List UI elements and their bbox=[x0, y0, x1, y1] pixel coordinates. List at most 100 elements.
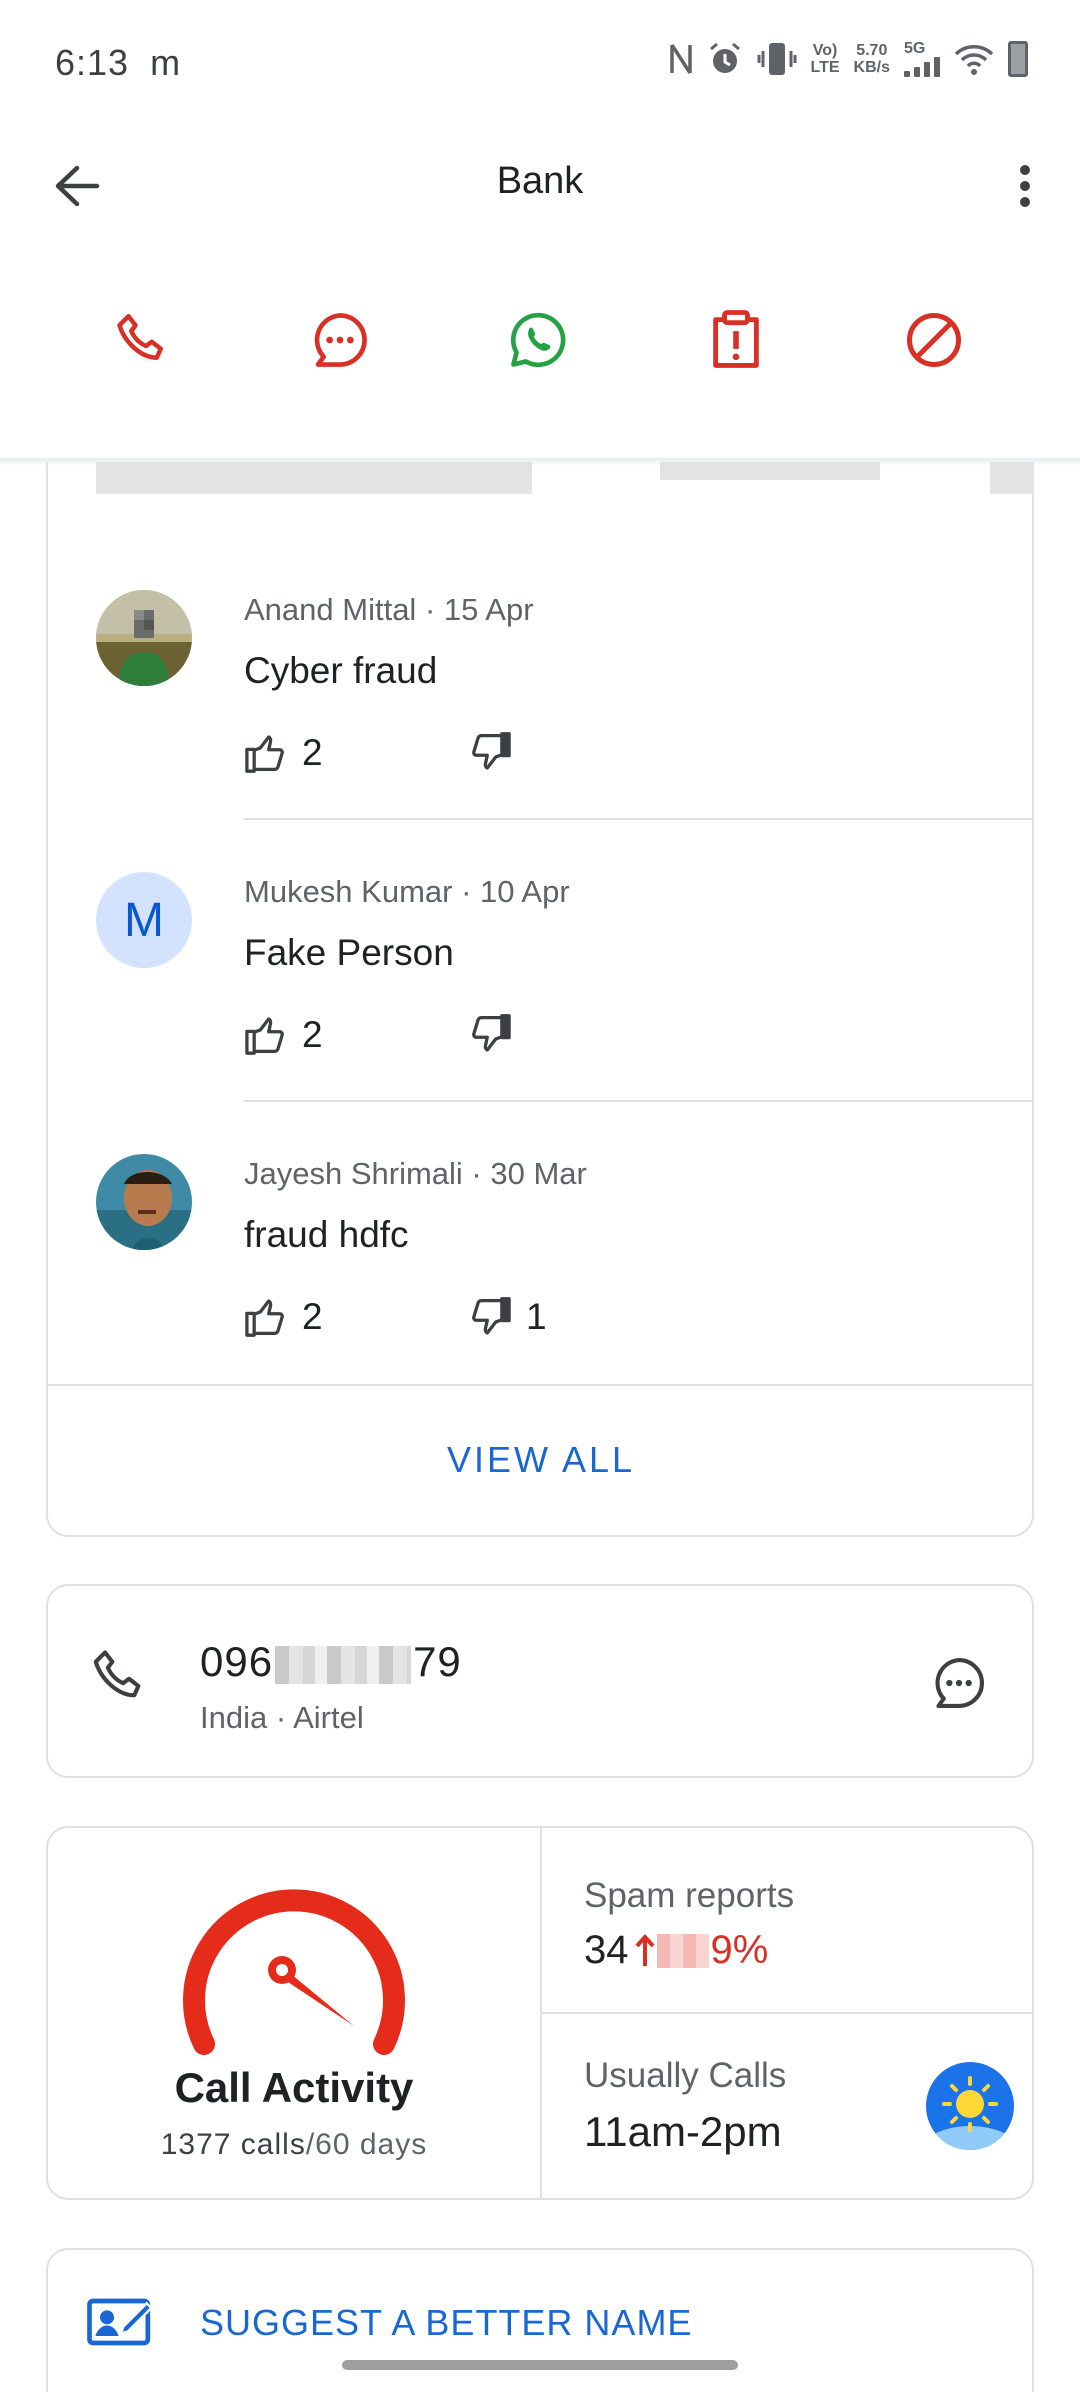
comment-author: Jayesh Shrimali bbox=[244, 1156, 463, 1191]
arrow-up-icon bbox=[635, 1933, 654, 1966]
battery-icon bbox=[1008, 40, 1028, 77]
comment-meta: Anand Mittal · 15 Apr bbox=[244, 592, 534, 627]
scrolled-content-strip bbox=[96, 462, 532, 494]
number-carrier: Airtel bbox=[293, 1700, 364, 1735]
page-title: Bank bbox=[496, 160, 584, 202]
whatsapp-button[interactable] bbox=[498, 300, 578, 380]
usually-calls-label: Usually Calls bbox=[584, 2056, 787, 2095]
thumb-up-icon bbox=[245, 1299, 284, 1337]
dislike-button[interactable] bbox=[468, 1014, 526, 1054]
avatar-photo bbox=[96, 1154, 192, 1250]
signal-icon bbox=[904, 57, 940, 77]
number-location: India bbox=[200, 1700, 268, 1735]
more-options-button[interactable] bbox=[1000, 154, 1050, 218]
call-activity-gauge bbox=[183, 1889, 405, 2055]
volte-indicator: Vo) LTE bbox=[810, 41, 840, 76]
report-button[interactable] bbox=[696, 300, 776, 380]
wifi-icon bbox=[954, 44, 994, 75]
comments-card: Anand Mittal · 15 Apr Cyber fraud 2 M Mu… bbox=[46, 462, 1034, 1537]
status-bar: 6:13 m Vo) LTE 5.70 KB/s 5G bbox=[0, 0, 1080, 130]
redacted-digits bbox=[275, 1645, 412, 1684]
spam-trend: 9% bbox=[635, 1928, 769, 1973]
nfc-icon bbox=[669, 43, 692, 74]
number-card[interactable]: 096 79 India · Airtel bbox=[46, 1584, 1034, 1778]
comment-item: M Mukesh Kumar · 10 Apr Fake Person 2 bbox=[48, 832, 1034, 1114]
stats-divider-vertical bbox=[540, 1828, 542, 2198]
comment-text: fraud hdfc bbox=[244, 1214, 409, 1255]
thumb-up-icon bbox=[245, 735, 284, 773]
whatsapp-icon bbox=[510, 312, 566, 368]
message-number-button[interactable] bbox=[930, 1654, 988, 1717]
comment-date: 10 Apr bbox=[480, 874, 570, 909]
spam-reports-value: 34 9% bbox=[584, 1928, 768, 1973]
edit-contact-icon bbox=[87, 2298, 153, 2346]
report-icon bbox=[713, 310, 759, 368]
like-button[interactable]: 2 bbox=[244, 1014, 323, 1056]
number-details: India · Airtel bbox=[200, 1700, 364, 1735]
avatar[interactable] bbox=[96, 1154, 192, 1250]
avatar-photo bbox=[96, 590, 192, 686]
avatar[interactable]: M bbox=[96, 872, 192, 968]
stats-card: Call Activity 1377 calls/60 days Spam re… bbox=[46, 1826, 1034, 2200]
thumb-up-icon bbox=[245, 1017, 284, 1055]
dislike-count: 1 bbox=[526, 1296, 547, 1337]
avatar[interactable] bbox=[96, 590, 192, 686]
quick-actions bbox=[0, 290, 1080, 390]
message-button[interactable] bbox=[300, 300, 380, 380]
comment-item: Jayesh Shrimali · 30 Mar fraud hdfc 2 1 bbox=[48, 1114, 1034, 1396]
comment-meta: Jayesh Shrimali · 30 Mar bbox=[244, 1156, 587, 1191]
calls-count: 1377 calls bbox=[160, 2128, 306, 2161]
redacted-percent bbox=[656, 1933, 709, 1968]
comment-meta: Mukesh Kumar · 10 Apr bbox=[244, 874, 570, 909]
stats-divider-horizontal bbox=[542, 2012, 1032, 2014]
suggest-name-card[interactable]: SUGGEST A BETTER NAME bbox=[46, 2248, 1034, 2392]
comment-date: 30 Mar bbox=[490, 1156, 587, 1191]
notification-glyph: m bbox=[150, 42, 182, 83]
speed-indicator: 5.70 KB/s bbox=[853, 41, 890, 76]
phone-number: 096 79 bbox=[200, 1638, 462, 1686]
call-activity-title: Call Activity bbox=[174, 2064, 414, 2111]
like-button[interactable]: 2 bbox=[244, 732, 323, 774]
block-button[interactable] bbox=[894, 300, 974, 380]
comment-text: Fake Person bbox=[244, 932, 454, 973]
comment-divider bbox=[244, 1100, 1032, 1102]
like-count: 2 bbox=[302, 732, 323, 773]
home-indicator[interactable] bbox=[342, 2360, 738, 2370]
thumb-down-icon bbox=[472, 1297, 511, 1335]
number-suffix: 79 bbox=[413, 1638, 462, 1685]
comment-author: Anand Mittal bbox=[244, 592, 417, 627]
status-icons: Vo) LTE 5.70 KB/s 5G bbox=[669, 40, 1028, 77]
scrolled-content-strip bbox=[660, 462, 880, 480]
call-activity-count: 1377 calls/60 days bbox=[48, 2128, 540, 2162]
call-button[interactable] bbox=[102, 300, 182, 380]
spam-change: 9% bbox=[710, 1928, 769, 1972]
comment-author: Mukesh Kumar bbox=[244, 874, 453, 909]
more-vert-icon bbox=[1020, 165, 1030, 207]
status-time: 6:13 m bbox=[55, 42, 181, 84]
scrolled-content-strip bbox=[990, 462, 1034, 494]
alarm-icon bbox=[709, 42, 740, 73]
like-button[interactable]: 2 bbox=[244, 1296, 323, 1338]
clock-text: 6:13 bbox=[55, 42, 130, 83]
signal-group: 5G bbox=[904, 40, 940, 77]
message-icon bbox=[314, 313, 367, 367]
spam-reports-label: Spam reports bbox=[584, 1876, 795, 1915]
calls-period: /60 days bbox=[305, 2128, 428, 2161]
number-prefix: 096 bbox=[200, 1638, 274, 1685]
comment-date: 15 Apr bbox=[443, 592, 534, 627]
network-type: 5G bbox=[904, 40, 926, 57]
comment-text: Cyber fraud bbox=[244, 650, 438, 691]
comment-item: Anand Mittal · 15 Apr Cyber fraud 2 bbox=[48, 550, 1034, 832]
comment-divider bbox=[244, 818, 1032, 820]
vibrate-icon bbox=[757, 42, 797, 75]
like-count: 2 bbox=[302, 1014, 323, 1055]
dislike-button[interactable]: 1 bbox=[468, 1296, 547, 1338]
suggest-name-label: SUGGEST A BETTER NAME bbox=[200, 2302, 693, 2343]
spam-count: 34 bbox=[584, 1928, 629, 1972]
thumb-down-icon bbox=[472, 732, 511, 770]
phone-icon bbox=[117, 314, 163, 360]
block-icon bbox=[906, 312, 962, 368]
sun-icon bbox=[926, 2062, 1014, 2150]
view-all-button[interactable]: VIEW ALL bbox=[48, 1384, 1034, 1534]
dislike-button[interactable] bbox=[468, 732, 526, 772]
